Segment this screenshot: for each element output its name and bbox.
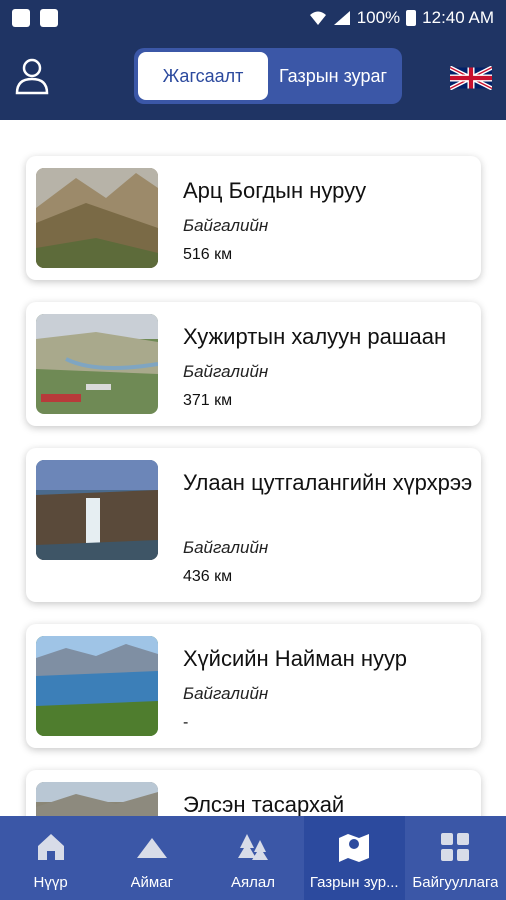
battery-icon	[406, 10, 417, 26]
tab-label: Байгууллага	[412, 874, 499, 891]
app-header: Жагсаалт Газрын зураг	[0, 36, 506, 120]
item-category: Байгалийн	[183, 362, 269, 381]
list-item[interactable]: Арц Богдын нуруу Байгалийн 516 км	[26, 156, 481, 280]
item-title: Улаан цутгалангийн хүрхрээ	[183, 470, 473, 495]
notification-x-icon	[40, 9, 58, 27]
thumbnail-image	[36, 168, 158, 268]
item-category: Байгалийн	[183, 684, 269, 703]
item-title: Элсэн тасархай	[183, 792, 345, 816]
clock: 12:40 AM	[422, 8, 494, 27]
item-title: Хүйсийн Найман нуур	[183, 646, 407, 671]
shopping-bag-icon	[12, 9, 30, 27]
item-category: Байгалийн	[183, 216, 269, 235]
item-distance: 371 км	[183, 392, 233, 409]
thumbnail-image	[36, 782, 158, 816]
battery-percent: 100%	[356, 8, 401, 27]
tab-organizations[interactable]: Байгууллага	[405, 816, 506, 900]
list-item[interactable]: Хужиртын халуун рашаан Байгалийн 371 км	[26, 302, 481, 426]
tab-trips[interactable]: Аялал	[202, 816, 303, 900]
bottom-tab-bar: Нүүр Аймаг Аялал Газрын зур... Байгуулла…	[0, 816, 506, 900]
user-profile-icon[interactable]	[14, 56, 50, 96]
grid-icon	[441, 833, 470, 861]
thumbnail-image	[36, 460, 158, 560]
tab-label: Газрын зур...	[309, 874, 399, 891]
item-distance: -	[183, 714, 189, 731]
wifi-icon	[309, 11, 326, 25]
item-distance: 516 км	[183, 246, 233, 263]
tab-home[interactable]: Нүүр	[0, 816, 101, 900]
list-item[interactable]: Улаан цутгалангийн хүрхрээ Байгалийн 436…	[26, 448, 481, 602]
tab-label: Аялал	[231, 874, 275, 891]
thumbnail-image	[36, 636, 158, 736]
mountain-icon	[136, 838, 167, 858]
list-item[interactable]: Элсэн тасархай	[26, 770, 481, 816]
list-view-tab[interactable]: Жагсаалт	[138, 52, 268, 100]
map-icon	[339, 834, 370, 862]
status-right: 100% 12:40 AM	[309, 8, 494, 28]
item-category: Байгалийн	[183, 538, 269, 557]
uk-flag-language-icon[interactable]	[450, 66, 492, 90]
view-toggle: Жагсаалт Газрын зураг	[134, 48, 402, 104]
notification-icons	[12, 9, 58, 27]
tab-label: Нүүр	[33, 874, 68, 891]
thumbnail-image	[36, 314, 158, 414]
item-title: Арц Богдын нуруу	[183, 178, 367, 203]
tab-map[interactable]: Газрын зур...	[303, 816, 405, 900]
list-item[interactable]: Хүйсийн Найман нуур Байгалийн -	[26, 624, 481, 748]
item-distance: 436 км	[183, 568, 233, 585]
map-view-tab[interactable]: Газрын зураг	[268, 52, 398, 100]
home-icon	[37, 834, 64, 860]
tab-label: Аймаг	[130, 874, 174, 891]
status-bar: 100% 12:40 AM	[0, 0, 506, 36]
attractions-list: Арц Богдын нуруу Байгалийн 516 км Хужирт…	[0, 120, 506, 816]
tab-provinces[interactable]: Аймаг	[101, 816, 202, 900]
trees-icon	[238, 834, 268, 860]
item-title: Хужиртын халуун рашаан	[183, 324, 447, 349]
signal-icon	[333, 11, 350, 25]
